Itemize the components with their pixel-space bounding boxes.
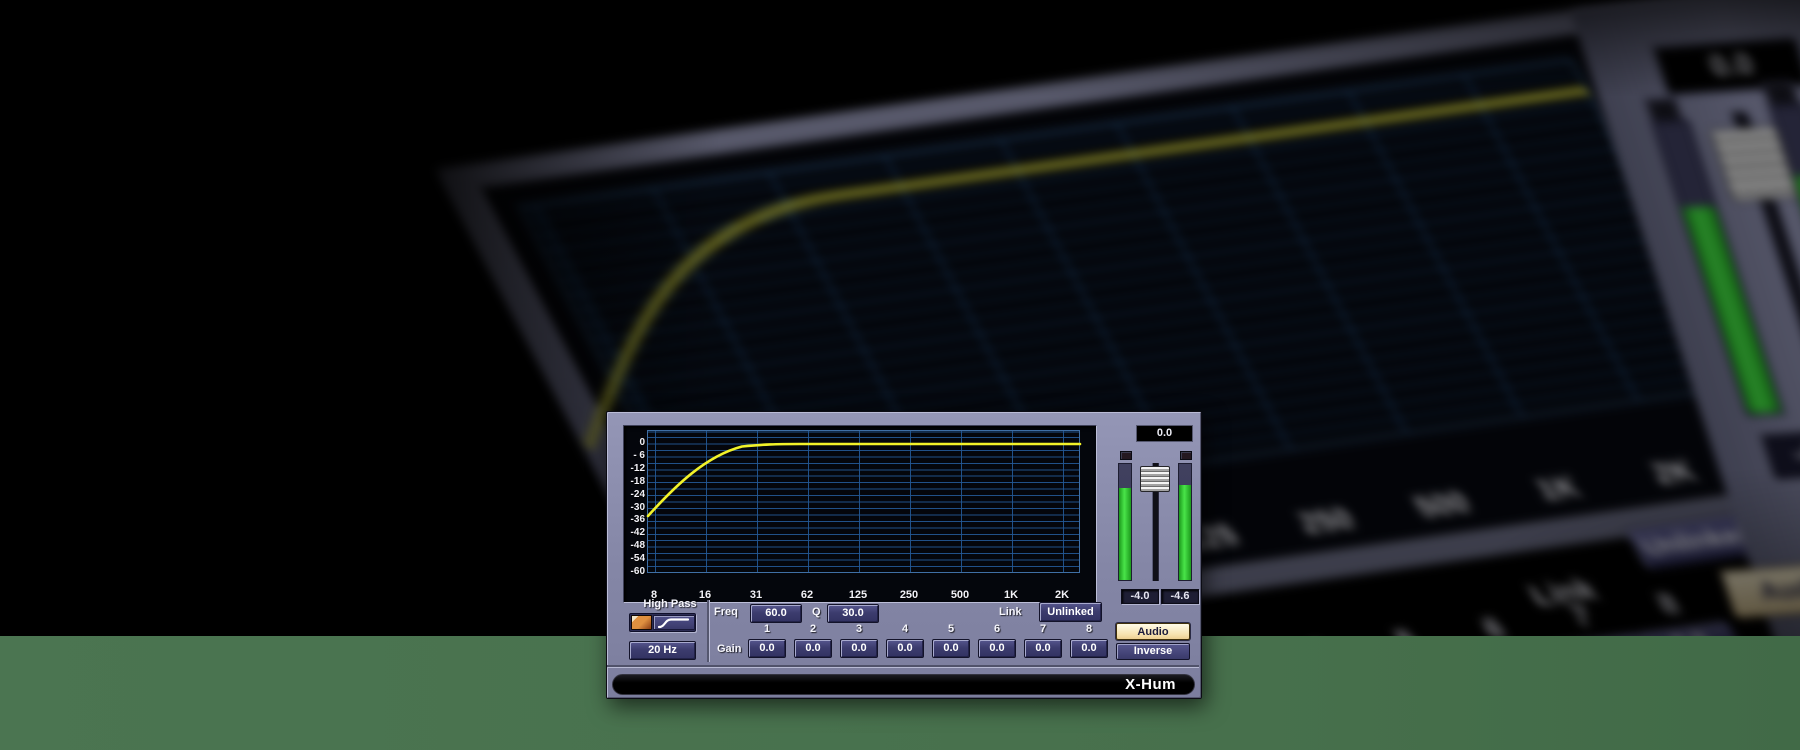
y-axis-label: 0: [639, 437, 645, 448]
y-axis-label: -24: [630, 488, 645, 500]
y-axis-label: -36: [630, 514, 645, 526]
fader-handle[interactable]: [1140, 466, 1170, 492]
harmonic-number: 7: [1039, 623, 1047, 635]
freq-value[interactable]: 60.0: [750, 604, 802, 623]
bottom-groove: [607, 665, 1199, 667]
x-axis-label: 250: [899, 589, 919, 601]
y-axis-label: -54: [630, 553, 645, 565]
screen: 8 1 6 31 62 125 250 500 1K 2K Link Unlinked 4 0.0 5…: [0, 0, 1800, 750]
high-pass-freq-button[interactable]: 20 Hz: [629, 641, 696, 660]
meter-left: [1118, 463, 1132, 581]
high-pass-button-group: [629, 613, 696, 632]
x-axis-label: 62: [800, 589, 814, 601]
y-axis-label: -12: [630, 462, 645, 474]
harmonic-gain-value[interactable]: 0.0: [1070, 639, 1108, 658]
y-axis-label: -42: [630, 527, 645, 539]
y-axis-label: -18: [630, 475, 645, 487]
y-axis-label: - 6: [633, 449, 645, 461]
x-axis-label: 1K: [1003, 589, 1019, 601]
meter-left-fill: [1119, 488, 1131, 580]
freq-label: Freq: [714, 606, 738, 618]
harmonic-number: 1: [763, 623, 771, 635]
q-value[interactable]: 30.0: [827, 604, 879, 623]
plugin-title-bar: X-Hum: [612, 674, 1195, 695]
audio-button[interactable]: Audio: [1116, 623, 1190, 640]
gain-label: Gain: [717, 643, 742, 655]
y-axis-label: -48: [630, 540, 645, 552]
fader-value-display: 0.0: [1136, 425, 1193, 442]
harmonic-number: 8: [1085, 623, 1093, 635]
link-value-button[interactable]: Unlinked: [1039, 602, 1102, 622]
inverse-button[interactable]: Inverse: [1116, 643, 1190, 660]
harmonic-number: 6: [993, 623, 1001, 635]
harmonic-number: 2: [809, 623, 817, 635]
high-pass-curve-icon[interactable]: [653, 615, 695, 630]
harmonic-gain-value[interactable]: 0.0: [840, 639, 878, 658]
background-harmonic-number: 8: [1651, 587, 1685, 621]
x-axis-label: 500: [950, 589, 970, 601]
y-axis-label: -30: [630, 501, 645, 513]
x-axis-label: 125: [848, 589, 868, 601]
eq-plot-area: [646, 430, 1082, 573]
harmonic-gain-value[interactable]: 0.0: [886, 639, 924, 658]
high-pass-label: High Pass: [643, 598, 697, 610]
harmonic-gain-value[interactable]: 0.0: [932, 639, 970, 658]
meter-right: [1178, 463, 1192, 581]
y-axis-label: -60: [630, 566, 645, 577]
xhum-plugin-window: 0- 6 -12 -18 -24 -30 -36 -42 -48 -54 -60 8 1 6 31 62 1…: [606, 411, 1202, 699]
x-axis-label: 31: [749, 589, 763, 601]
high-pass-enable-icon[interactable]: [631, 615, 652, 630]
harmonic-gain-value[interactable]: 0.0: [748, 639, 786, 658]
harmonic-gain-value[interactable]: 0.0: [794, 639, 832, 658]
link-label: Link: [999, 606, 1022, 618]
meter-right-readout: -4.6: [1161, 589, 1199, 604]
harmonic-number: 5: [947, 623, 955, 635]
highpass-curve: [646, 442, 1082, 518]
harmonic-number: 4: [901, 623, 909, 635]
q-label: Q: [812, 606, 821, 618]
harmonic-number: 3: [855, 623, 863, 635]
meter-left-readout: -4.0: [1121, 589, 1159, 604]
background-audio-button: Audio: [1719, 560, 1800, 620]
harmonic-gain-value[interactable]: 0.0: [1024, 639, 1062, 658]
clip-led-right[interactable]: [1180, 451, 1192, 460]
clip-led-left[interactable]: [1120, 451, 1132, 460]
section-divider: [707, 600, 709, 662]
eq-graph: 0- 6 -12 -18 -24 -30 -36 -42 -48 -54 -60 8 16 31 62 1…: [623, 425, 1097, 603]
meter-right-fill: [1179, 485, 1191, 580]
harmonic-gain-value[interactable]: 0.0: [978, 639, 1016, 658]
x-axis-label: 2K: [1054, 589, 1070, 601]
